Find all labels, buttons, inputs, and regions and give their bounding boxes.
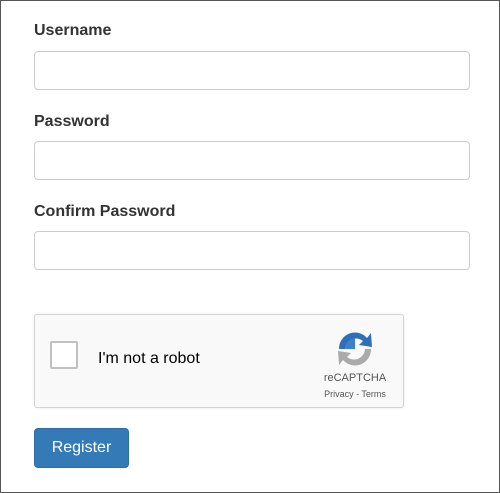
- recaptcha-brand: reCAPTCHA: [323, 372, 387, 384]
- username-input[interactable]: [34, 51, 470, 90]
- register-button[interactable]: Register: [34, 428, 129, 468]
- password-input[interactable]: [34, 141, 470, 180]
- recaptcha-label: I'm not a robot: [98, 350, 200, 367]
- password-label: Password: [34, 113, 110, 130]
- confirm-password-label: Confirm Password: [34, 203, 176, 220]
- confirm-password-input[interactable]: [34, 231, 470, 270]
- recaptcha-widget: I'm not a robot reCAPTCHA Privacy - Term…: [34, 314, 404, 408]
- recaptcha-checkbox[interactable]: [50, 341, 78, 369]
- username-label: Username: [34, 22, 112, 39]
- recaptcha-logo-icon: [338, 332, 372, 366]
- recaptcha-privacy-terms[interactable]: Privacy - Terms: [320, 389, 390, 399]
